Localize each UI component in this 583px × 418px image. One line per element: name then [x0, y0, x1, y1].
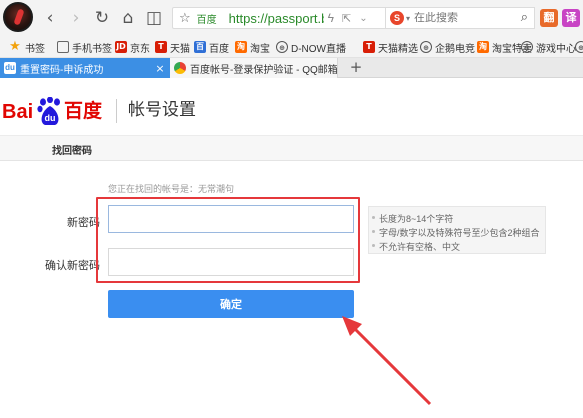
bookmark-item[interactable]: ⊕ D-NOW直播 — [276, 40, 346, 55]
reload-icon[interactable]: ↻ — [92, 8, 112, 28]
bookmark-star-icon[interactable]: ☆ — [179, 11, 191, 26]
tab-qq-mail[interactable]: 百度帐号-登录保护验证 - QQ邮箱 — [170, 58, 338, 78]
tmall-icon: T — [155, 41, 167, 53]
bookmark-item[interactable]: 淘淘宝 — [235, 40, 270, 55]
url-text[interactable]: https://passport.baidu.com — [229, 11, 324, 26]
bookmark-item[interactable]: ★ 书签 — [8, 39, 45, 55]
baidu-icon: 百 — [194, 41, 206, 53]
header-divider — [116, 99, 117, 123]
tab-reset-password[interactable]: du 重置密码-申诉成功 × — [0, 58, 170, 78]
taobao-icon: 淘 — [235, 41, 247, 53]
bookmark-label: 百度 — [209, 43, 229, 55]
bookmark-label: 淘宝 — [250, 43, 270, 55]
bookmark-item[interactable]: ⊕ 游戏中心 — [521, 40, 576, 55]
subnav-find-password[interactable]: 找回密码 — [52, 142, 92, 157]
paw-icon: du — [37, 97, 60, 125]
search-icon[interactable]: ⌕ — [521, 10, 528, 25]
browser-toolbar: ‹ › ↻ ⌂ ◫ ☆ 百度 https://passport.baidu.co… — [0, 0, 583, 36]
confirm-button[interactable]: 确定 — [108, 290, 354, 318]
site-label: 百度 — [196, 14, 217, 26]
baidu-favicon-icon: du — [4, 62, 16, 74]
lightning-icon[interactable]: ϟ — [328, 11, 334, 25]
bookmarks-bar: ★ 书签 手机书签 JD 京东 T 天猫百百度淘淘宝 ⊕ D-NOW直播 T 天猫精选 ⊕ 企鹅电竞淘淘… — [0, 36, 583, 58]
globe-icon: ⊕ — [276, 41, 288, 53]
globe-icon: ⊕ — [575, 41, 583, 53]
bookmark-label: 天猫 — [170, 43, 190, 55]
bookmark-label: 天猫精选 — [378, 43, 418, 55]
new-password-label: 新密码 — [67, 217, 100, 229]
share-icon[interactable]: ⇱ — [342, 12, 351, 25]
home-icon[interactable]: ⌂ — [118, 8, 138, 28]
close-icon[interactable]: × — [153, 62, 167, 75]
rule-combination: 字母/数字以及特殊符号至少包含2种组合 — [372, 228, 540, 238]
bookmark-item[interactable]: 百百度 — [194, 40, 229, 55]
tab-title: 百度帐号-登录保护验证 - QQ邮箱 — [190, 64, 337, 76]
browser-logo-icon[interactable] — [3, 2, 33, 32]
globe-icon: ⊕ — [420, 41, 432, 53]
engine-dropdown-icon[interactable]: ▾ — [406, 14, 410, 23]
bookmark-item[interactable]: JD 京东 — [115, 40, 150, 55]
chevron-down-icon[interactable]: ⌄ — [359, 13, 367, 24]
bookmark-label: 书签 — [25, 43, 45, 55]
tab-strip: du 重置密码-申诉成功 × 百度帐号-登录保护验证 - QQ邮箱 + — [0, 58, 583, 78]
search-input[interactable] — [414, 12, 510, 24]
search-engine-icon[interactable]: S — [390, 11, 404, 25]
globe-icon: ⊕ — [521, 41, 533, 53]
extension-icon[interactable]: 译 — [562, 9, 580, 27]
logo-bai: Bai — [2, 101, 34, 123]
logo-baidu-cn: 百度 — [64, 101, 103, 122]
account-hint: 您正在找回的帐号是：无常潮句 — [108, 184, 235, 194]
back-icon[interactable]: ‹ — [40, 8, 60, 28]
chrome-favicon-icon — [174, 62, 186, 74]
bookmark-item[interactable]: T 天猫精选 — [363, 40, 418, 55]
translate-icon[interactable]: 翻 — [540, 9, 558, 27]
bookmark-label: 手机书签 — [72, 43, 112, 55]
tab-title: 重置密码-申诉成功 — [20, 64, 104, 76]
search-box[interactable]: S ▾ ⌕ — [385, 7, 535, 29]
new-tab-icon[interactable]: + — [348, 58, 364, 78]
taobao-icon: 淘 — [477, 41, 489, 53]
bookmark-label: 游戏中心 — [536, 43, 576, 55]
bookmark-item[interactable]: T 天猫 — [155, 40, 190, 55]
logo-du-text: du — [45, 113, 56, 123]
tmall-icon: T — [363, 41, 375, 53]
rule-no-spaces: 不允许有空格、中文 — [371, 242, 461, 252]
reader-icon[interactable]: ◫ — [144, 8, 164, 28]
bookmark-label: D-NOW直播 — [291, 43, 346, 55]
bookmark-label: 企鹅电竞 — [435, 43, 475, 55]
bookmark-item[interactable]: ⊕ 企鹅电竞 — [420, 40, 475, 55]
rule-length: 长度为8~14个字符 — [371, 214, 454, 224]
page-header: Bai du 百度 帐号设置 — [0, 79, 583, 135]
password-rules-panel: 长度为8~14个字符 字母/数字以及特殊符号至少包含2种组合 不允许有空格、中文 — [368, 206, 546, 254]
bookmark-label: 京东 — [130, 43, 150, 55]
forward-icon[interactable]: › — [66, 8, 86, 28]
annotation-highlight-box — [96, 197, 360, 283]
bookmark-item[interactable]: 手机书签 — [57, 40, 112, 55]
annotation-arrow-icon — [342, 316, 432, 406]
confirm-password-label: 确认新密码 — [45, 260, 100, 272]
baidu-logo[interactable]: Bai du 百度 — [2, 87, 114, 127]
phone-icon — [57, 41, 69, 53]
jd-icon: JD — [115, 41, 127, 53]
subnav: 找回密码 — [0, 135, 583, 161]
bookmark-item[interactable]: ⊕h — [575, 40, 583, 54]
page-title: 帐号设置 — [128, 100, 196, 119]
star-icon: ★ — [9, 39, 21, 54]
